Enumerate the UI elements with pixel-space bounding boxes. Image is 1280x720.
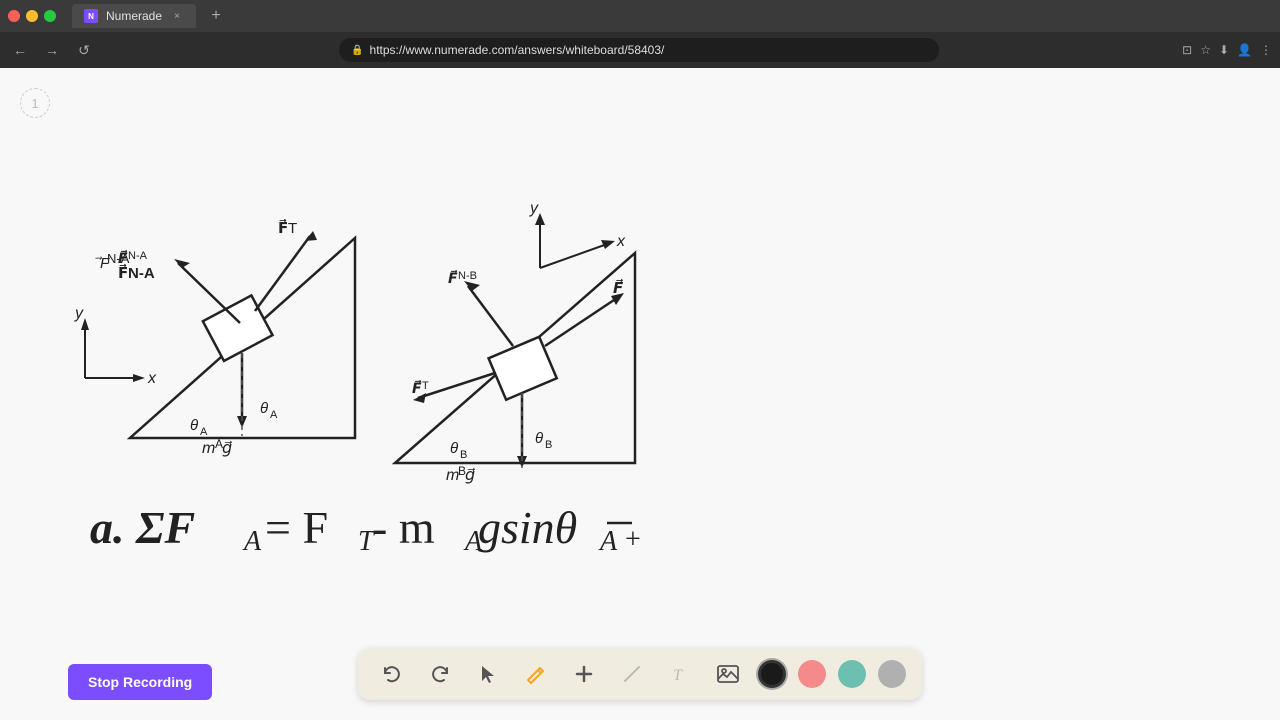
svg-text:a. ΣF: a. ΣF (90, 502, 195, 553)
active-tab[interactable]: N Numerade × (72, 4, 196, 28)
minimize-button[interactable] (26, 10, 38, 22)
svg-text:T: T (673, 667, 683, 684)
svg-text:F⃗: F⃗ (613, 278, 624, 297)
undo-button[interactable] (374, 656, 410, 692)
svg-text:y: y (529, 200, 539, 217)
svg-text:F⃗: F⃗ (118, 263, 128, 282)
color-gray[interactable] (878, 660, 906, 688)
redo-button[interactable] (422, 656, 458, 692)
svg-text:A: A (270, 409, 278, 421)
svg-text:F⃗: F⃗ (412, 379, 422, 396)
svg-text:B: B (545, 439, 552, 451)
tab-favicon: N (84, 9, 98, 23)
svg-text:+: + (625, 524, 641, 555)
nav-right-icons: ⊡ ☆ ⬇ 👤 ⋮ (1182, 43, 1272, 57)
title-bar: N Numerade × + (0, 0, 1280, 32)
diagram-b: y x F⃗ N-B F⃗ F⃗ T (395, 200, 635, 484)
address-bar[interactable]: 🔒 https://www.numerade.com/answers/white… (339, 38, 939, 62)
whiteboard[interactable]: 1 y x F⃗ N-A ⃗F N-A (0, 68, 1280, 720)
svg-text:x: x (147, 370, 157, 387)
color-teal[interactable] (838, 660, 866, 688)
cast-icon[interactable]: ⊡ (1182, 43, 1192, 57)
svg-text:A: A (200, 426, 208, 438)
refresh-button[interactable]: ↺ (72, 38, 96, 62)
svg-text:θ: θ (535, 430, 543, 447)
color-pink[interactable] (798, 660, 826, 688)
svg-text:N-A: N-A (128, 250, 148, 262)
traffic-lights (8, 10, 56, 22)
diagram-a: y x F⃗ N-A ⃗F N-A F⃗ T m A (74, 218, 355, 457)
drawing-toolbar: T (358, 648, 922, 700)
whiteboard-drawing: y x F⃗ N-A ⃗F N-A F⃗ T m A (0, 68, 1280, 720)
svg-text:g⃗: g⃗ (465, 467, 475, 484)
color-black[interactable] (758, 660, 786, 688)
bookmark-icon[interactable]: ☆ (1200, 43, 1211, 57)
image-tool-button[interactable] (710, 656, 746, 692)
svg-text:θ: θ (260, 400, 268, 417)
back-button[interactable]: ← (8, 38, 32, 62)
svg-text:F⃗: F⃗ (118, 249, 128, 266)
tab-close-button[interactable]: × (170, 9, 184, 23)
svg-text:F⃗: F⃗ (278, 218, 288, 237)
text-tool-button[interactable]: T (662, 656, 698, 692)
svg-text:θ: θ (450, 440, 458, 457)
maximize-button[interactable] (44, 10, 56, 22)
svg-text:A: A (242, 526, 262, 557)
svg-text:x: x (616, 233, 626, 250)
menu-icon[interactable]: ⋮ (1260, 43, 1272, 57)
svg-text:m: m (202, 440, 215, 457)
nav-bar: ← → ↺ 🔒 https://www.numerade.com/answers… (0, 32, 1280, 68)
svg-text:= F: = F (265, 502, 328, 553)
svg-text:T: T (422, 380, 429, 392)
profile-icon[interactable]: 👤 (1237, 43, 1252, 57)
extensions-icon[interactable]: ⬇ (1219, 43, 1229, 57)
svg-text:y: y (74, 305, 84, 322)
svg-text:gsinθ: gsinθ (478, 502, 577, 553)
lock-icon: 🔒 (351, 45, 363, 56)
close-button[interactable] (8, 10, 20, 22)
svg-text:A: A (598, 526, 618, 557)
stop-recording-button[interactable]: Stop Recording (68, 664, 212, 700)
browser-chrome: N Numerade × + ← → ↺ 🔒 https://www.numer… (0, 0, 1280, 68)
svg-text:N-A: N-A (128, 265, 155, 282)
svg-text:θ: θ (190, 417, 198, 434)
stop-recording-label: Stop Recording (88, 674, 192, 690)
url-text: https://www.numerade.com/answers/whitebo… (370, 43, 665, 57)
svg-text:g⃗: g⃗ (222, 440, 232, 457)
select-tool-button[interactable] (470, 656, 506, 692)
tab-title: Numerade (106, 9, 162, 23)
line-tool-button[interactable] (614, 656, 650, 692)
svg-text:N-B: N-B (458, 270, 477, 282)
svg-text:- m: - m (372, 502, 435, 553)
pencil-tool-button[interactable] (518, 656, 554, 692)
forward-button[interactable]: → (40, 38, 64, 62)
new-tab-button[interactable]: + (204, 4, 228, 28)
add-button[interactable] (566, 656, 602, 692)
equation: a. ΣF A = F T - m A gsinθ A + (90, 502, 641, 557)
svg-text:B: B (460, 449, 467, 461)
svg-text:T: T (288, 220, 297, 237)
svg-text:F⃗: F⃗ (448, 269, 458, 286)
